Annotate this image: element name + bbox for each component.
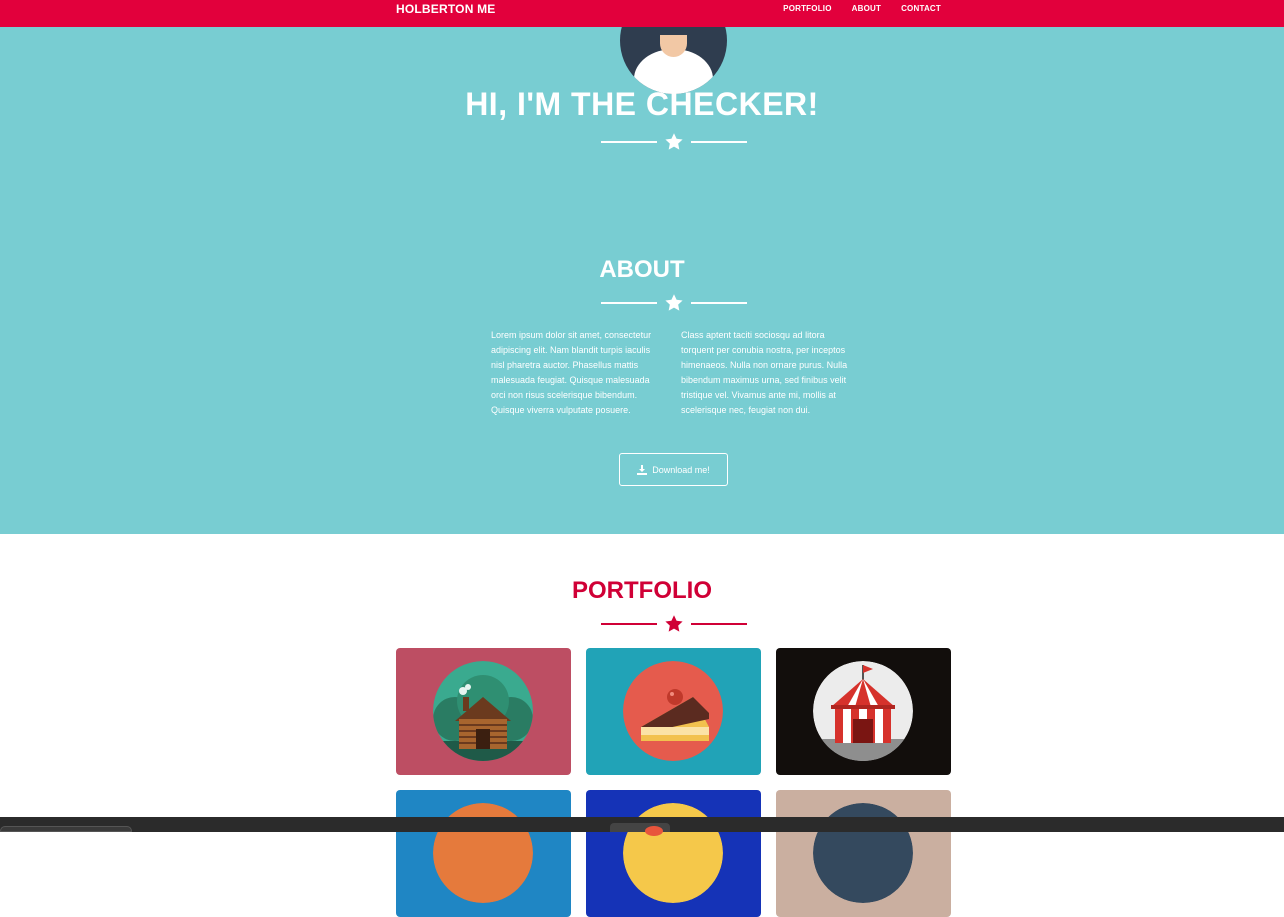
hero-section: HI, I'M THE CHECKER! ABOUT Lorem ipsum d…: [0, 0, 1284, 534]
portfolio-section: PORTFOLIO: [0, 534, 1284, 917]
divider-line-left: [601, 302, 657, 304]
portfolio-item-safe[interactable]: [586, 790, 761, 917]
about-text-right: Class aptent taciti sociosqu ad litora t…: [681, 330, 848, 415]
divider-line-left: [601, 623, 657, 625]
portfolio-item-game[interactable]: [396, 790, 571, 917]
divider-line-right: [691, 141, 747, 143]
download-button-label: Download me!: [652, 464, 710, 475]
circus-tent-icon: [813, 661, 913, 761]
nav-link-about[interactable]: ABOUT: [852, 4, 881, 13]
hero-title: HI, I'M THE CHECKER!: [465, 86, 819, 122]
portfolio-title: PORTFOLIO: [572, 577, 712, 604]
star-icon: [665, 294, 683, 311]
navbar: HOLBERTON ME PORTFOLIO ABOUT CONTACT: [0, 0, 1284, 27]
portfolio-item-submarine[interactable]: [776, 790, 951, 917]
divider-line-right: [691, 302, 747, 304]
hero-star-divider: [601, 132, 747, 152]
portfolio-item-cake[interactable]: [586, 648, 761, 775]
nav-links: PORTFOLIO ABOUT CONTACT: [783, 4, 941, 13]
about-text-left: Lorem ipsum dolor sit amet, consectetur …: [491, 330, 652, 415]
nav-link-portfolio[interactable]: PORTFOLIO: [783, 4, 831, 13]
portfolio-star-divider: [601, 614, 747, 634]
star-icon: [665, 615, 683, 632]
download-button[interactable]: Download me!: [619, 453, 728, 486]
brand-link[interactable]: HOLBERTON ME: [396, 2, 496, 16]
star-icon: [665, 133, 683, 150]
browser-app-icon[interactable]: [645, 826, 663, 836]
divider-line-left: [601, 141, 657, 143]
download-icon: [637, 464, 648, 475]
portfolio-item-circus[interactable]: [776, 648, 951, 775]
nav-link-contact[interactable]: CONTACT: [901, 4, 941, 13]
portfolio-item-cabin[interactable]: [396, 648, 571, 775]
divider-line-right: [691, 623, 747, 625]
os-taskbar: [0, 817, 1284, 836]
cake-icon: [623, 661, 723, 761]
about-star-divider: [601, 293, 747, 313]
about-title: ABOUT: [599, 256, 685, 283]
taskbar-search[interactable]: [0, 826, 132, 832]
cabin-icon: [433, 661, 533, 761]
